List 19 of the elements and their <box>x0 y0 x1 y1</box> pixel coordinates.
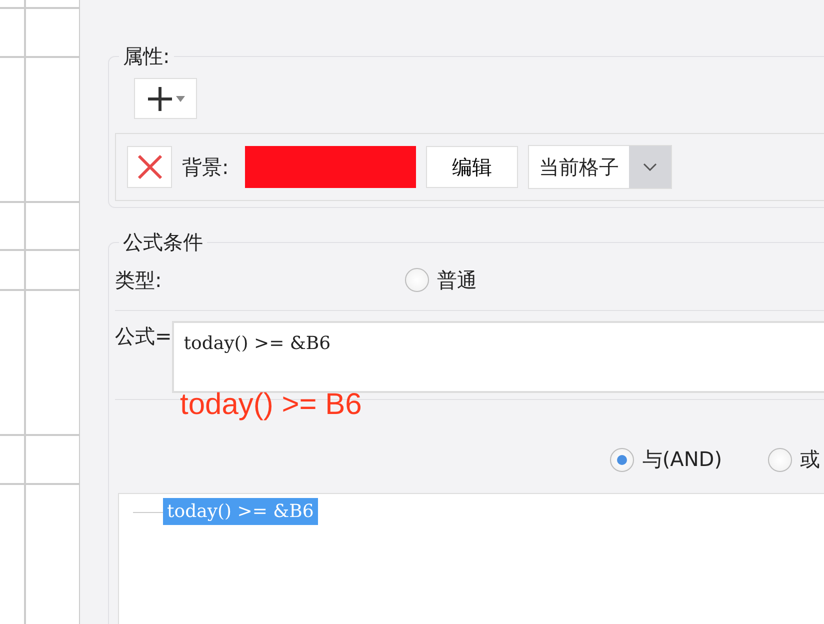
logic-radio[interactable]: 与(AND) <box>610 446 722 473</box>
close-icon <box>136 154 162 180</box>
delete-button[interactable] <box>127 146 172 188</box>
formula-input[interactable]: today() >= &B6 <box>172 321 824 393</box>
type-label: 类型: <box>115 266 163 294</box>
properties-legend: 属性: <box>119 44 174 68</box>
scope-dropdown[interactable]: 当前格子 <box>528 145 672 189</box>
logic-radio[interactable]: 或 <box>768 446 820 473</box>
formula-label: 公式= <box>115 323 172 350</box>
chevron-down-icon <box>642 163 657 171</box>
add-button[interactable] <box>134 78 197 119</box>
formula-condition-legend: 公式条件 <box>119 230 207 254</box>
type-radio[interactable]: 普通 <box>405 266 477 294</box>
plus-icon <box>146 84 174 112</box>
edit-button[interactable]: 编辑 <box>426 146 518 188</box>
background-label: 背景: <box>182 154 229 180</box>
caret-icon <box>176 96 185 102</box>
scope-value: 当前格子 <box>538 154 620 180</box>
color-swatch[interactable] <box>244 146 416 188</box>
